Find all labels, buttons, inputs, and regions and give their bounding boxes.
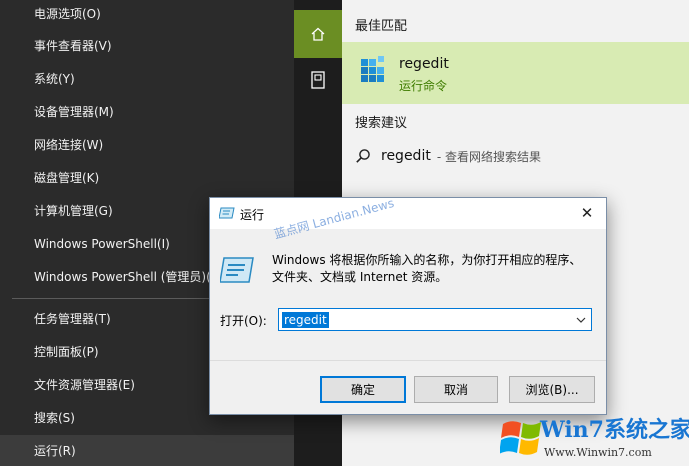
- menu-item-disk-management[interactable]: 磁盘管理(K): [0, 162, 294, 195]
- site-logo: Win7系统之家 Www.Winwin7.com: [500, 406, 689, 466]
- menu-item-network-connections[interactable]: 网络连接(W): [0, 129, 294, 162]
- open-input-value[interactable]: regedit: [282, 312, 329, 328]
- chevron-down-icon[interactable]: [575, 312, 587, 328]
- best-match-subtitle: 运行命令: [399, 79, 448, 93]
- menu-item-run[interactable]: 运行(R): [0, 435, 294, 466]
- ok-button[interactable]: 确定: [320, 376, 406, 403]
- best-match-item[interactable]: regedit 运行命令: [342, 42, 689, 104]
- open-combobox[interactable]: regedit: [278, 308, 592, 331]
- home-icon: [311, 27, 325, 41]
- documents-button[interactable]: [294, 58, 342, 102]
- browse-button[interactable]: 浏览(B)...: [509, 376, 595, 403]
- menu-item-system[interactable]: 系统(Y): [0, 63, 294, 96]
- logo-text-main: Win7系统之家: [540, 417, 689, 443]
- menu-item-device-manager[interactable]: 设备管理器(M): [0, 96, 294, 129]
- run-dialog-titlebar[interactable]: 运行 ✕: [210, 198, 606, 229]
- run-dialog-title: 运行: [240, 208, 265, 222]
- open-label: 打开(O):: [220, 314, 267, 328]
- run-app-icon: [219, 207, 235, 219]
- document-icon: [311, 71, 325, 89]
- home-button[interactable]: [294, 10, 342, 58]
- best-match-title: regedit: [399, 56, 449, 72]
- web-suggestion-subtitle: - 查看网络搜索结果: [436, 149, 541, 164]
- logo-text-url: Www.Winwin7.com: [544, 446, 652, 459]
- web-suggestion-item[interactable]: regedit - 查看网络搜索结果: [355, 146, 541, 166]
- menu-item-event-viewer[interactable]: 事件查看器(V): [0, 30, 294, 63]
- close-button[interactable]: ✕: [576, 202, 598, 224]
- run-dialog: 运行 ✕ 蓝点网 Landian.News Windows 将根据你所输入的名称…: [209, 196, 607, 415]
- suggestions-header: 搜索建议: [355, 116, 408, 131]
- web-suggestion-query: regedit: [381, 148, 431, 164]
- regedit-icon: [361, 56, 384, 82]
- run-large-icon: [220, 257, 254, 283]
- menu-item-power-options[interactable]: 电源选项(O): [0, 0, 294, 31]
- run-description: Windows 将根据你所输入的名称，为你打开相应的程序、文件夹、文档或 Int…: [272, 253, 582, 284]
- cancel-button[interactable]: 取消: [414, 376, 498, 403]
- close-icon: ✕: [580, 204, 594, 222]
- best-match-header: 最佳匹配: [355, 19, 408, 34]
- search-icon: [356, 149, 370, 163]
